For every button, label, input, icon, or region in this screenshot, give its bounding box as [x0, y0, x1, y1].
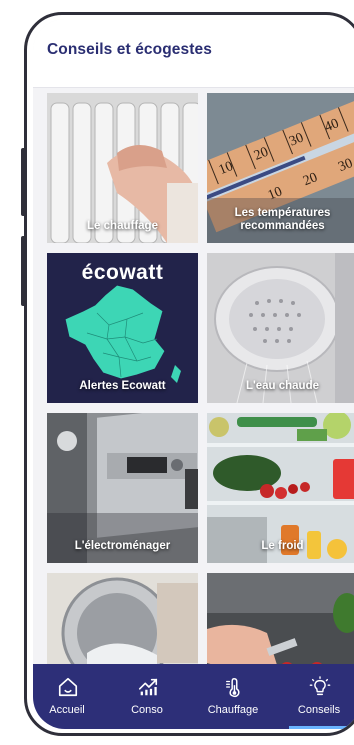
home-icon — [58, 677, 78, 697]
active-tab-indicator — [289, 726, 354, 729]
tile-label: Le froid — [261, 540, 304, 552]
tile-temperatures[interactable]: 40 30 20 10 30 20 10 Les températures re… — [207, 93, 354, 243]
tile-ecowatt[interactable]: écowatt Alertes Ecowatt — [47, 253, 198, 403]
app-screen: Conseils et écogestes Le chauffage 40 30… — [33, 19, 354, 729]
nav-accueil[interactable]: Accueil — [35, 664, 99, 729]
ecowatt-logo: écowatt — [81, 261, 164, 284]
nav-conso[interactable]: Conso — [115, 664, 179, 729]
tile-label: L'électroménager — [74, 540, 171, 552]
bottom-navigation: Accueil Conso Chauffage Conseils — [33, 664, 354, 729]
tile-eau-chaude[interactable]: L'eau chaude — [207, 253, 354, 403]
tile-label: Le chauffage — [87, 220, 158, 232]
nav-chauffage[interactable]: Chauffage — [201, 664, 265, 729]
nav-label: Accueil — [49, 704, 85, 716]
phone-frame: Conseils et écogestes Le chauffage 40 30… — [24, 12, 354, 736]
tile-chauffage[interactable]: Le chauffage — [47, 93, 198, 243]
tile-electromenager[interactable]: L'électroménager — [47, 413, 198, 563]
tile-label: Les températures recommandées — [234, 207, 331, 232]
lightbulb-icon — [309, 676, 331, 696]
tile-label: L'eau chaude — [245, 380, 320, 392]
nav-label: Chauffage — [207, 704, 259, 716]
nav-conseils[interactable]: Conseils — [287, 664, 354, 729]
thermometer-icon — [226, 678, 240, 698]
tile-froid[interactable]: Le froid — [207, 413, 354, 563]
nav-label: Conso — [131, 704, 163, 716]
page-title: Conseils et écogestes — [47, 41, 212, 58]
chart-icon — [138, 678, 158, 696]
app-header: Conseils et écogestes — [33, 19, 354, 88]
nav-label: Conseils — [297, 704, 341, 716]
tile-label: Alertes Ecowatt — [79, 380, 166, 392]
